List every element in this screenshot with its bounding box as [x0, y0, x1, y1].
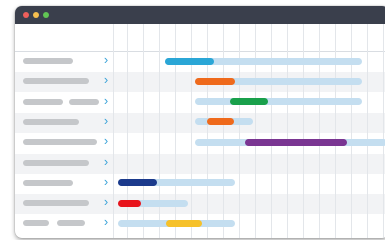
- timeline-gridline: [303, 24, 304, 238]
- timeline-gridline: [335, 24, 336, 238]
- timeline-gridline: [287, 24, 288, 238]
- task-name-placeholder: [23, 139, 97, 146]
- chevron-right-icon[interactable]: ›: [100, 174, 112, 189]
- chevron-right-icon[interactable]: ›: [100, 215, 112, 229]
- task-name-placeholder: [57, 220, 85, 227]
- chevron-right-icon[interactable]: ›: [100, 113, 112, 128]
- task-duration-bar[interactable]: [195, 98, 362, 106]
- app-window: › › › › › › › › ›: [15, 6, 385, 238]
- task-progress-bar[interactable]: [118, 199, 141, 207]
- timeline-gridline: [367, 24, 368, 238]
- task-name-placeholder: [23, 118, 79, 125]
- task-name-placeholder: [23, 220, 49, 227]
- chevron-right-icon[interactable]: ›: [100, 134, 112, 148]
- task-name-placeholder: [69, 98, 99, 105]
- task-progress-bar[interactable]: [245, 138, 347, 146]
- chevron-right-icon[interactable]: ›: [100, 154, 112, 169]
- title-bar: [15, 6, 385, 24]
- task-progress-bar[interactable]: [230, 98, 268, 106]
- timeline-gridline: [239, 24, 240, 238]
- task-progress-bar[interactable]: [166, 219, 202, 227]
- chevron-right-icon[interactable]: ›: [100, 195, 112, 209]
- chevron-right-icon[interactable]: ›: [100, 53, 112, 67]
- timeline-gridline: [319, 24, 320, 238]
- maximize-window-button[interactable]: [43, 12, 49, 18]
- minimize-window-button[interactable]: [33, 12, 39, 18]
- task-name-placeholder: [23, 159, 89, 166]
- timeline-gridline: [255, 24, 256, 238]
- task-progress-bar[interactable]: [207, 118, 234, 126]
- timeline-gridline: [383, 24, 384, 238]
- timeline-gridline: [113, 24, 114, 238]
- chevron-right-icon[interactable]: ›: [100, 93, 112, 108]
- task-name-placeholder: [23, 179, 73, 186]
- task-name-placeholder: [23, 78, 89, 85]
- task-name-placeholder: [23, 58, 73, 64]
- timeline-gridline: [191, 24, 192, 238]
- task-progress-bar[interactable]: [118, 179, 157, 187]
- timeline-gridline: [223, 24, 224, 238]
- task-progress-bar[interactable]: [165, 57, 214, 65]
- timeline-header: [15, 24, 385, 52]
- timeline-gridline: [207, 24, 208, 238]
- close-window-button[interactable]: [23, 12, 29, 18]
- gantt-chart: › › › › › › › › ›: [15, 24, 385, 238]
- chevron-right-icon[interactable]: ›: [100, 73, 112, 87]
- timeline-gridline: [271, 24, 272, 238]
- task-name-placeholder: [23, 200, 89, 207]
- task-progress-bar[interactable]: [195, 77, 235, 85]
- timeline-gridline: [351, 24, 352, 238]
- task-name-placeholder: [23, 98, 63, 105]
